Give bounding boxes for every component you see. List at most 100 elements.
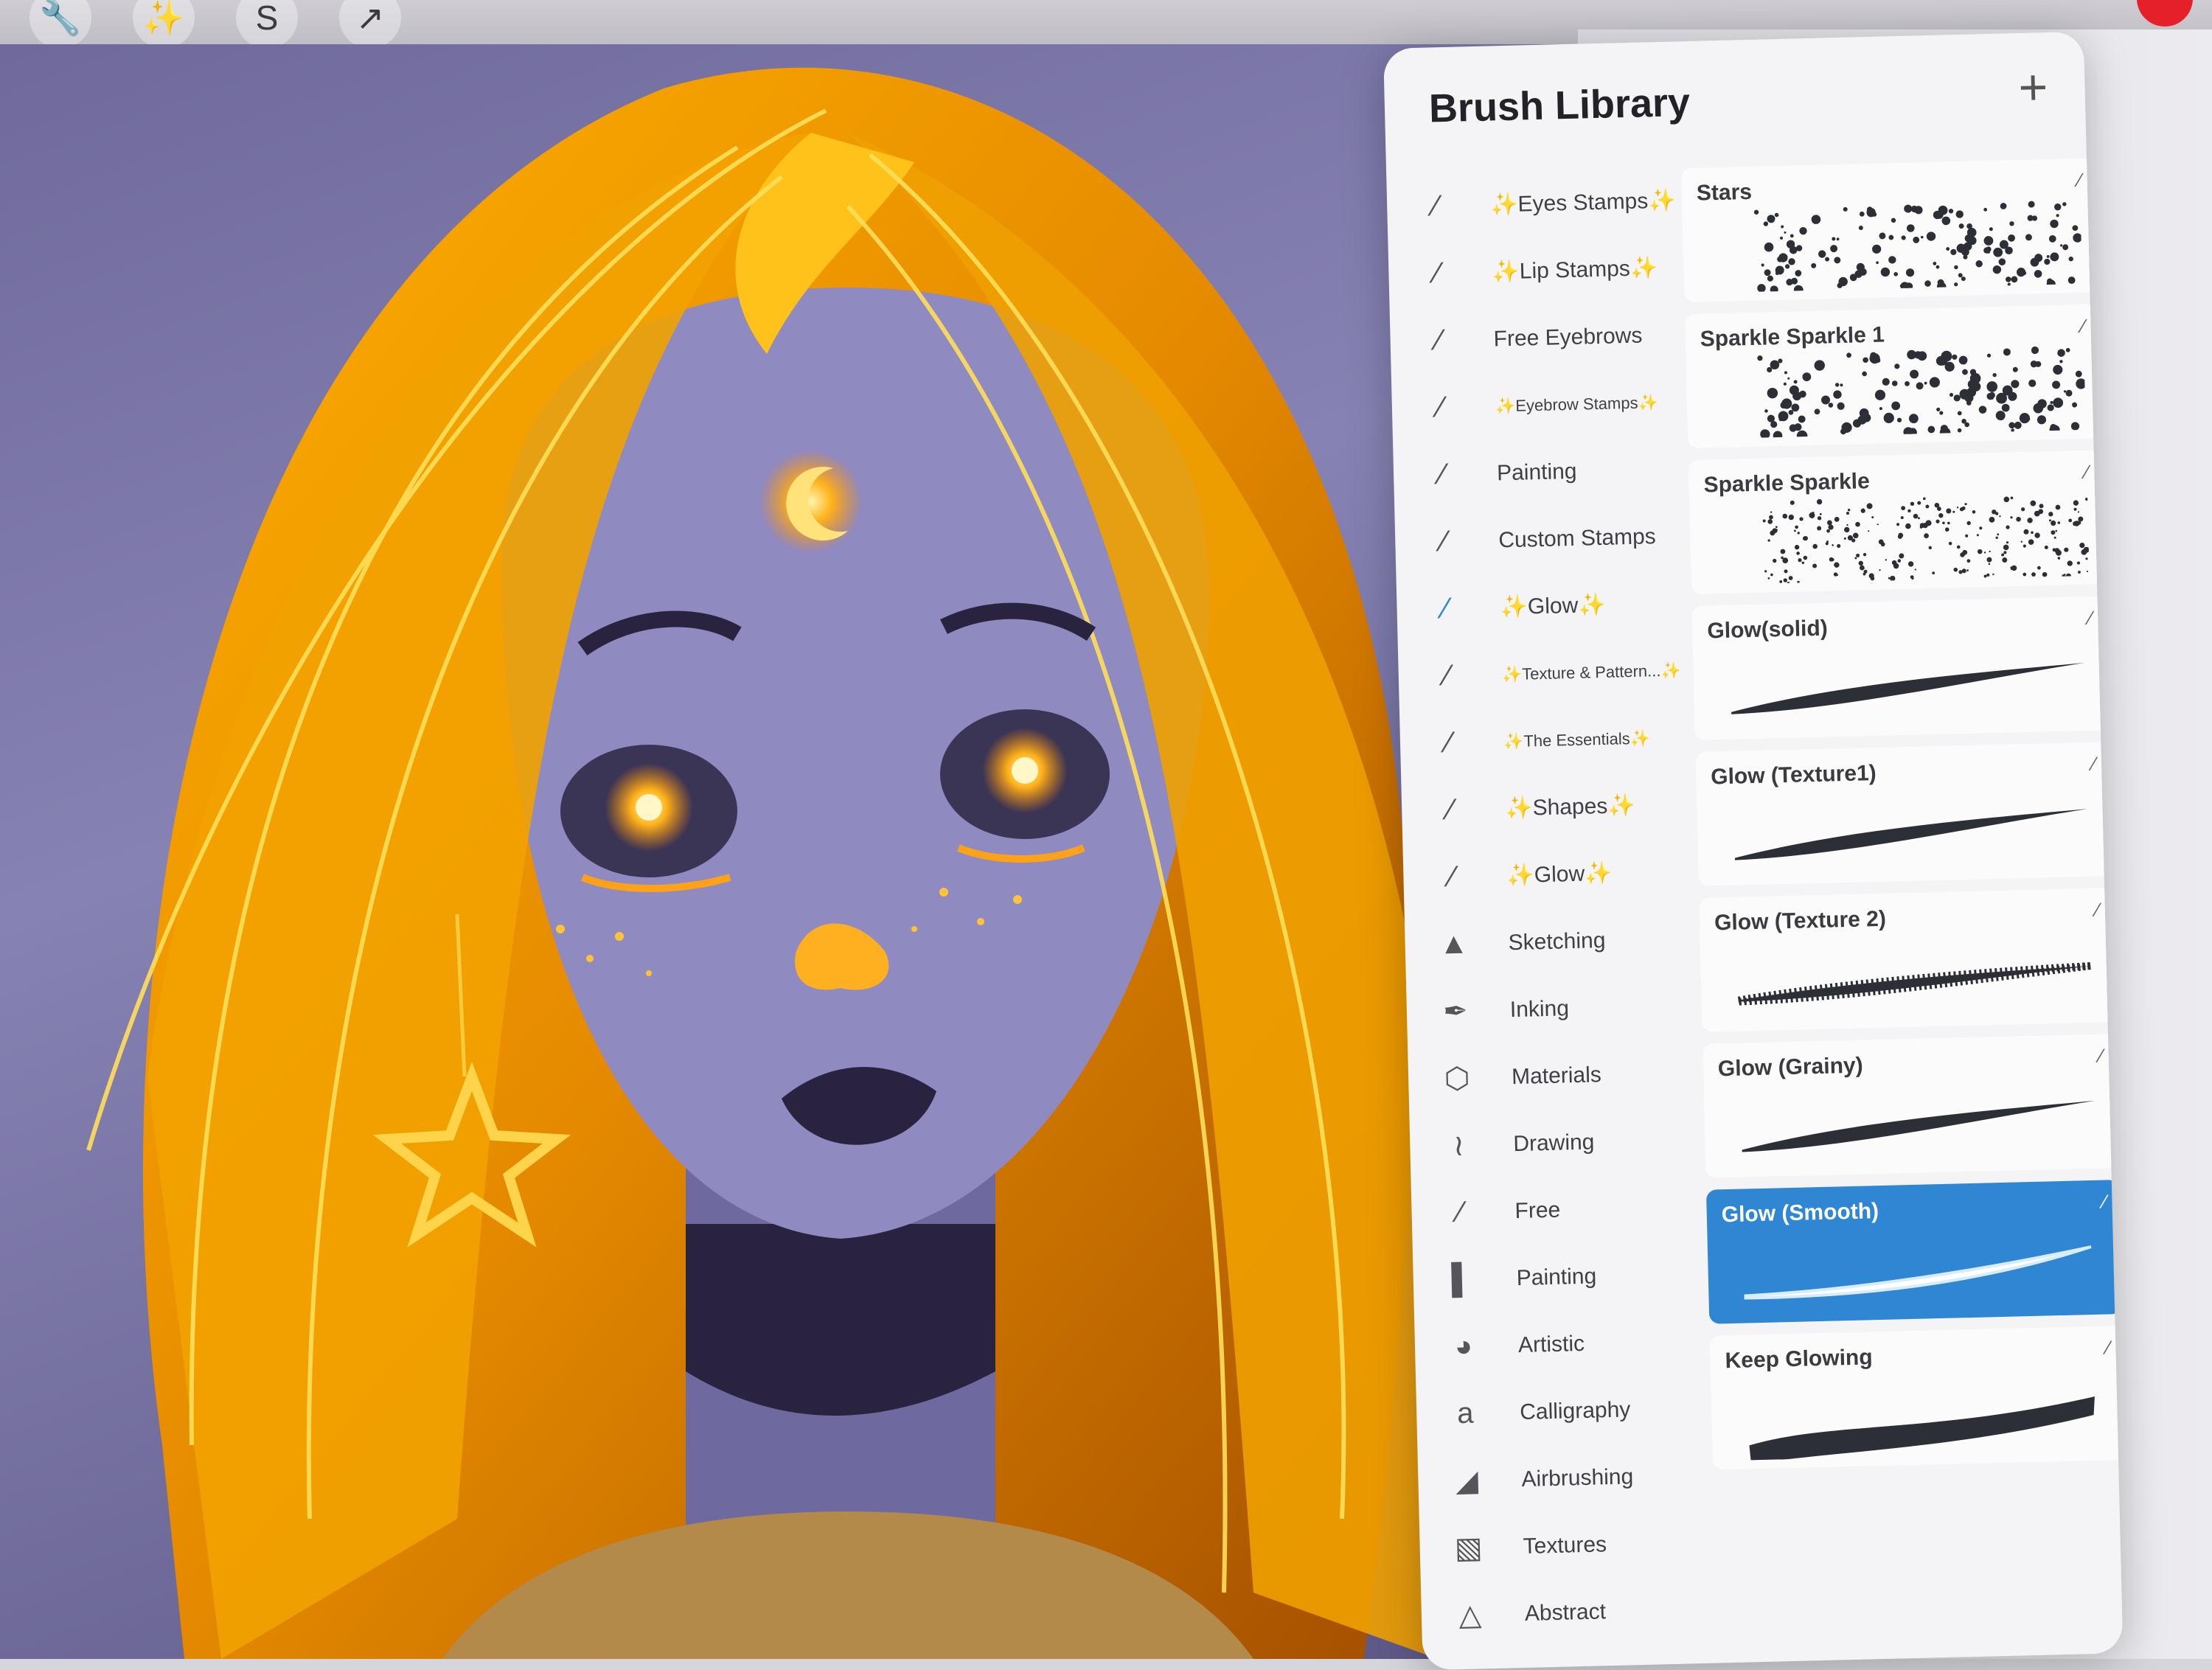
cube-icon: ⬡: [1444, 1062, 1471, 1095]
brush-set-label: Textures: [1523, 1531, 1607, 1559]
transform-icon[interactable]: ↗: [339, 0, 401, 49]
brush-settings-icon[interactable]: ⁄: [2088, 607, 2092, 630]
brush-set-item[interactable]: ⁄ ✨Shapes✨: [1416, 770, 1705, 845]
brush-set-item[interactable]: ⁄ ✨Texture & Pattern...✨: [1413, 636, 1702, 711]
sparkle-icon: ✨: [1584, 860, 1613, 886]
brush-set-label: Charcoals: [1526, 1666, 1627, 1670]
brush-item[interactable]: Keep Glowing ⁄: [1709, 1326, 2124, 1470]
brush-item[interactable]: Glow (Texture 2) ⁄: [1699, 888, 2115, 1032]
brush-set-label: Eyes Stamps: [1517, 189, 1649, 217]
brush-item-selected[interactable]: Glow (Smooth) ⁄: [1705, 1180, 2123, 1324]
brush-set-item[interactable]: ◕ Artistic: [1429, 1307, 1718, 1381]
sparkle-icon: ✨: [1638, 392, 1659, 412]
brush-stroke-preview: [1734, 808, 2088, 860]
brush-set-item[interactable]: ⁄ Free Eyebrows: [1405, 301, 1694, 375]
brush-settings-icon[interactable]: ⁄: [2085, 461, 2089, 484]
brush-set-label: Abstract: [1524, 1598, 1607, 1626]
brush-settings-icon[interactable]: ⁄: [2096, 899, 2099, 922]
brush-set-label: Materials: [1511, 1062, 1602, 1089]
artwork-canvas[interactable]: [0, 44, 1578, 1659]
brush-set-label: Free Eyebrows: [1493, 323, 1643, 351]
add-brush-set-button[interactable]: +: [2018, 59, 2049, 116]
sparkle-icon: ✨: [1647, 188, 1677, 214]
sparkle-icon: ✨: [1504, 796, 1533, 821]
brush-set-label: Painting: [1496, 459, 1577, 485]
brush-item[interactable]: Glow (Texture1) ⁄: [1695, 742, 2112, 886]
brush-settings-icon[interactable]: ⁄: [2081, 315, 2085, 338]
paint-brush-icon: ▌: [1451, 1262, 1473, 1296]
panel-title: Brush Library: [1428, 80, 1691, 131]
sparkle-icon: ✨: [1630, 728, 1651, 748]
pencil-icon: ▲: [1439, 927, 1470, 961]
brush-set-item[interactable]: ⬡ Materials: [1422, 1039, 1711, 1113]
brush-set-item[interactable]: ⁄ ✨The Essentials✨: [1414, 703, 1703, 778]
brush-set-item[interactable]: ⁄ ✨Eyes Stamps✨: [1401, 167, 1690, 241]
brush-settings-icon[interactable]: ⁄: [2103, 1191, 2107, 1214]
brush-set-label: Airbrushing: [1521, 1464, 1634, 1492]
brush-item[interactable]: Glow(solid) ⁄: [1691, 596, 2108, 740]
brush-set-item[interactable]: ⁄ Painting: [1408, 435, 1697, 509]
brush-set-item[interactable]: a Calligraphy: [1430, 1374, 1719, 1448]
brush-set-item[interactable]: ⁄ ✨Glow✨: [1417, 838, 1706, 912]
airbrush-icon: ◢: [1455, 1464, 1479, 1497]
brush-item[interactable]: Sparkle Sparkle 1 ⁄: [1684, 304, 2101, 449]
pen-nib-icon: ✒: [1442, 995, 1469, 1028]
brush-stroke-icon: ⁄: [1438, 391, 1444, 424]
brush-library-panel: Brush Library + ⁄ ✨Eyes Stamps✨ ⁄ ✨Lip Stam…: [1383, 31, 2124, 1670]
brush-set-label: Eyebrow Stamps: [1514, 393, 1638, 415]
brush-item[interactable]: Sparkle Sparkle ⁄: [1688, 450, 2105, 595]
brush-set-label: Artistic: [1517, 1331, 1585, 1357]
brush-item[interactable]: Glow (Grainy) ⁄: [1703, 1034, 2119, 1178]
brush-set-list: ⁄ ✨Eyes Stamps✨ ⁄ ✨Lip Stamps✨ ⁄ Free Eyebrow…: [1401, 167, 1726, 1670]
brush-set-item[interactable]: ≀ Drawing: [1424, 1106, 1713, 1180]
sparkle-icon: ✨: [1630, 256, 1658, 281]
brush-stroke-preview: [1744, 1245, 2092, 1300]
brush-set-item[interactable]: ✒ Inking: [1421, 972, 1710, 1046]
brush-stroke-preview: [1762, 496, 2090, 585]
wrench-icon[interactable]: 🔧: [29, 0, 91, 49]
sparkle-icon: ✨: [1607, 793, 1636, 818]
color-swatch[interactable]: [2137, 0, 2193, 27]
brush-set-label: Custom Stamps: [1498, 523, 1657, 552]
brush-set-item[interactable]: ▧ Textures: [1434, 1508, 1723, 1582]
squiggle-icon: ≀: [1453, 1129, 1465, 1162]
brush-stroke-icon: ⁄: [1442, 592, 1449, 625]
brush-set-item[interactable]: △ Abstract: [1436, 1575, 1725, 1649]
brush-stroke-icon: ⁄: [1434, 257, 1441, 290]
sparkle-icon: ✨: [1489, 192, 1518, 218]
charcoal-icon: ∥: [1449, 1660, 1494, 1670]
brush-stroke-icon: ⁄: [1444, 659, 1450, 692]
brush-set-item[interactable]: ⁄ ✨Lip Stamps✨: [1402, 234, 1691, 308]
brush-set-label: Sketching: [1508, 928, 1606, 955]
brush-set-item[interactable]: ⁄ ✨Glow✨: [1411, 569, 1700, 644]
brush-set-label: Glow: [1527, 593, 1579, 619]
brush-settings-icon[interactable]: ⁄: [2099, 1045, 2103, 1068]
brush-item[interactable]: Stars ⁄: [1681, 158, 2098, 303]
brush-name: Stars: [1696, 179, 1753, 206]
brush-set-item[interactable]: ⁄ Custom Stamps: [1409, 502, 1698, 577]
brush-settings-icon[interactable]: ⁄: [2078, 169, 2081, 192]
brush-settings-icon[interactable]: ⁄: [2107, 1336, 2110, 1359]
brush-set-item[interactable]: ⁄ ✨Eyebrow Stamps✨: [1406, 368, 1695, 442]
brush-stroke-preview: [1757, 346, 2086, 439]
palette-icon: ◕: [1454, 1329, 1473, 1363]
brush-set-item[interactable]: ▌ Painting: [1427, 1239, 1717, 1314]
brush-settings-icon[interactable]: ⁄: [2092, 753, 2096, 776]
sparkle-icon: ✨: [1577, 592, 1607, 618]
selection-icon[interactable]: S: [236, 0, 298, 49]
brush-stroke-preview: [1734, 961, 2093, 1006]
brush-set-label: Glow: [1534, 861, 1585, 888]
brush-set-item[interactable]: ◢ Airbrushing: [1432, 1441, 1721, 1515]
brush-list: Stars ⁄ Sparkle Sparkle 1 ⁄ Sparkle Sparkle ⁄…: [1681, 158, 2124, 1481]
brush-set-label: The Essentials: [1523, 728, 1630, 751]
brush-stroke-icon: ⁄: [1447, 793, 1454, 827]
brush-set-item[interactable]: ▲ Sketching: [1419, 905, 1708, 979]
sparkle-icon: ✨: [1660, 660, 1682, 680]
magic-wand-icon[interactable]: ✨: [133, 0, 195, 49]
sparkle-icon: ✨: [1500, 594, 1528, 620]
brush-set-item[interactable]: ⁄ Free: [1425, 1173, 1714, 1248]
brush-stroke-icon: ⁄: [1441, 525, 1447, 558]
brush-set-label: Drawing: [1512, 1129, 1595, 1156]
brush-set-label: Painting: [1516, 1263, 1597, 1290]
brush-set-label: Calligraphy: [1519, 1396, 1631, 1424]
